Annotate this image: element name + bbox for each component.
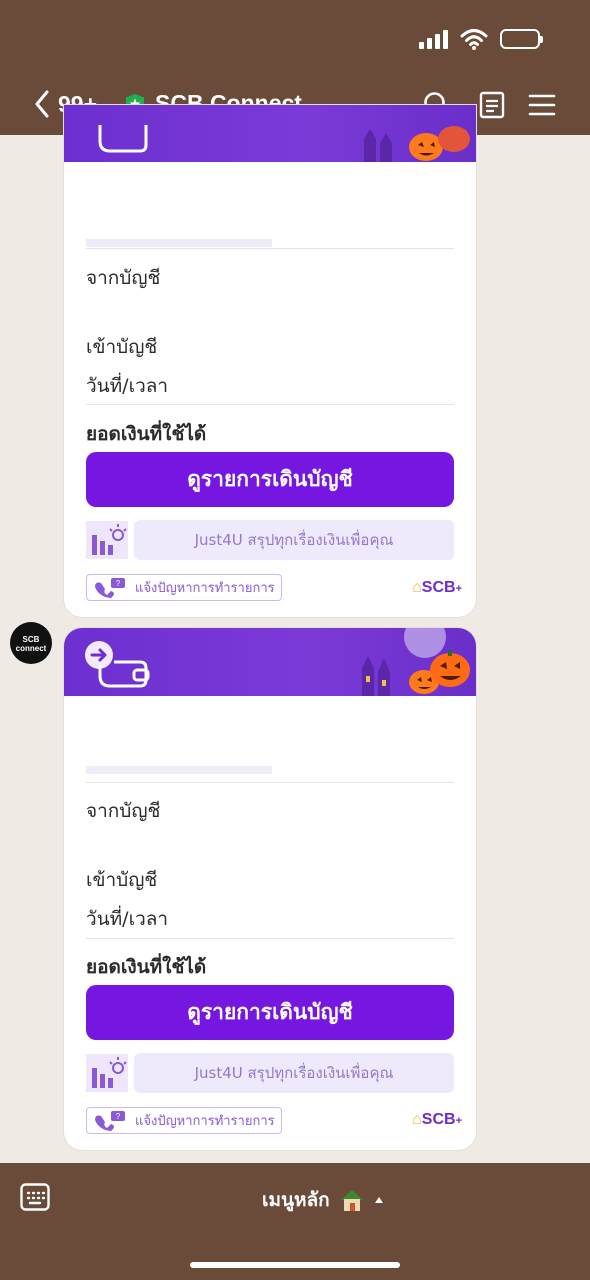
datetime-label: วันที่/เวลา xyxy=(86,908,169,930)
scb-logo: ⌂SCB+ xyxy=(412,579,462,596)
redacted-amount xyxy=(86,239,272,247)
divider xyxy=(86,404,454,405)
support-chat-icon: ? xyxy=(95,1111,125,1131)
report-problem-label: แจ้งปัญหาการทำรายการ xyxy=(135,1114,275,1129)
avatar-line1: SCB xyxy=(22,635,40,644)
bottom-bar: เมนูหลัก xyxy=(0,1163,590,1280)
pumpkin-icon xyxy=(409,650,470,694)
caret-up-icon xyxy=(374,1197,383,1203)
bar-chart-lightbulb-icon xyxy=(86,1054,128,1092)
just4u-button[interactable]: Just4U สรุปทุกเรื่องเงินเพื่อคุณ xyxy=(134,520,454,560)
halloween-banner xyxy=(64,628,476,696)
menu-icon[interactable] xyxy=(527,90,557,120)
wifi-icon xyxy=(460,29,488,50)
report-problem-label: แจ้งปัญหาการทำรายการ xyxy=(135,581,275,596)
haunted-castle-icon xyxy=(364,129,392,162)
scb-brand-label: SCB xyxy=(421,1111,456,1128)
support-chat-icon: ? xyxy=(95,578,125,598)
datetime-label: วันที่/เวลา xyxy=(86,375,169,397)
view-statement-button[interactable]: ดูรายการเดินบัญชี xyxy=(86,452,454,507)
svg-text:?: ? xyxy=(116,579,121,588)
divider xyxy=(86,782,454,783)
divider xyxy=(86,938,454,939)
haunted-castle-icon xyxy=(362,656,390,696)
report-problem-button[interactable]: ? แจ้งปัญหาการทำรายการ xyxy=(86,574,282,601)
wallet-icon xyxy=(98,660,150,688)
svg-text:?: ? xyxy=(116,1112,121,1121)
pumpkin-icon xyxy=(409,126,470,161)
status-bar xyxy=(419,28,543,50)
chevron-left-icon xyxy=(35,90,49,118)
halloween-banner xyxy=(64,105,476,162)
to-account-label: เข้าบัญชี xyxy=(86,869,158,891)
notes-icon[interactable] xyxy=(477,90,507,120)
home-indicator xyxy=(190,1262,400,1268)
avatar-line2: connect xyxy=(15,644,47,653)
view-statement-button[interactable]: ดูรายการเดินบัญชี xyxy=(86,985,454,1040)
redacted-amount xyxy=(86,766,272,774)
main-menu-toggle[interactable]: เมนูหลัก xyxy=(262,1185,384,1215)
from-account-label: จากบัญชี xyxy=(86,800,161,822)
keyboard-icon[interactable] xyxy=(20,1183,50,1211)
transaction-card: จากบัญชี เข้าบัญชี วันที่/เวลา ยอดเงินที… xyxy=(64,628,476,1150)
available-balance-label: ยอดเงินที่ใช้ได้ xyxy=(86,423,207,445)
avatar[interactable]: SCB connect xyxy=(10,622,52,664)
transaction-card: จากบัญชี เข้าบัญชี วันที่/เวลา ยอดเงินที… xyxy=(64,105,476,617)
house-icon xyxy=(340,1190,363,1211)
cellular-signal-icon xyxy=(419,29,448,49)
divider xyxy=(86,248,454,249)
available-balance-label: ยอดเงินที่ใช้ได้ xyxy=(86,956,207,978)
main-menu-label: เมนูหลัก xyxy=(262,1189,330,1211)
battery-icon xyxy=(500,29,543,49)
bar-chart-lightbulb-icon xyxy=(86,521,128,559)
report-problem-button[interactable]: ? แจ้งปัญหาการทำรายการ xyxy=(86,1107,282,1134)
from-account-label: จากบัญชี xyxy=(86,267,161,289)
scb-brand-label: SCB xyxy=(421,579,456,596)
just4u-button[interactable]: Just4U สรุปทุกเรื่องเงินเพื่อคุณ xyxy=(134,1053,454,1093)
scb-logo: ⌂SCB+ xyxy=(412,1111,462,1128)
to-account-label: เข้าบัญชี xyxy=(86,336,158,358)
wallet-icon xyxy=(98,125,148,153)
